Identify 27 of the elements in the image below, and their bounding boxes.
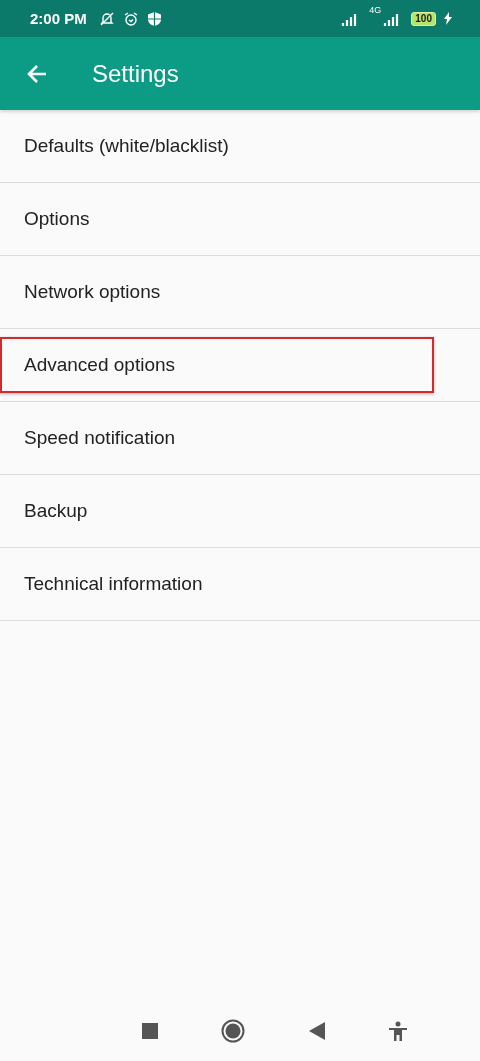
charging-icon xyxy=(444,12,452,25)
back-button[interactable] xyxy=(26,62,48,85)
settings-item[interactable]: Network options xyxy=(0,256,480,329)
screen-title: Settings xyxy=(92,59,179,88)
status-time: 2:00 PM xyxy=(30,10,87,27)
shield-icon xyxy=(146,10,162,27)
recents-icon[interactable] xyxy=(141,1022,158,1039)
settings-item[interactable]: Backup xyxy=(0,475,480,548)
settings-item[interactable]: Technical information xyxy=(0,548,480,621)
settings-item[interactable]: Options xyxy=(0,183,480,256)
settings-label: Network options xyxy=(24,281,161,303)
settings-label: Advanced options xyxy=(24,354,176,376)
battery-level: 100 xyxy=(411,11,436,26)
settings-label: Options xyxy=(24,208,90,230)
mute-bell-icon xyxy=(98,10,115,27)
alarm-icon xyxy=(122,10,139,27)
settings-label: Defaults (white/blacklist) xyxy=(24,135,229,157)
settings-label: Backup xyxy=(24,500,88,522)
accessibility-icon[interactable] xyxy=(388,1020,409,1041)
settings-item[interactable]: Speed notification xyxy=(0,402,480,475)
settings-label: Technical information xyxy=(24,573,203,595)
back-icon[interactable] xyxy=(308,1021,325,1040)
home-icon[interactable] xyxy=(221,1018,246,1043)
settings-label: Speed notification xyxy=(24,427,176,449)
network-type: 4G xyxy=(369,6,382,15)
settings-item[interactable]: Defaults (white/blacklist) xyxy=(0,110,480,183)
settings-item[interactable]: Advanced options xyxy=(0,329,480,402)
